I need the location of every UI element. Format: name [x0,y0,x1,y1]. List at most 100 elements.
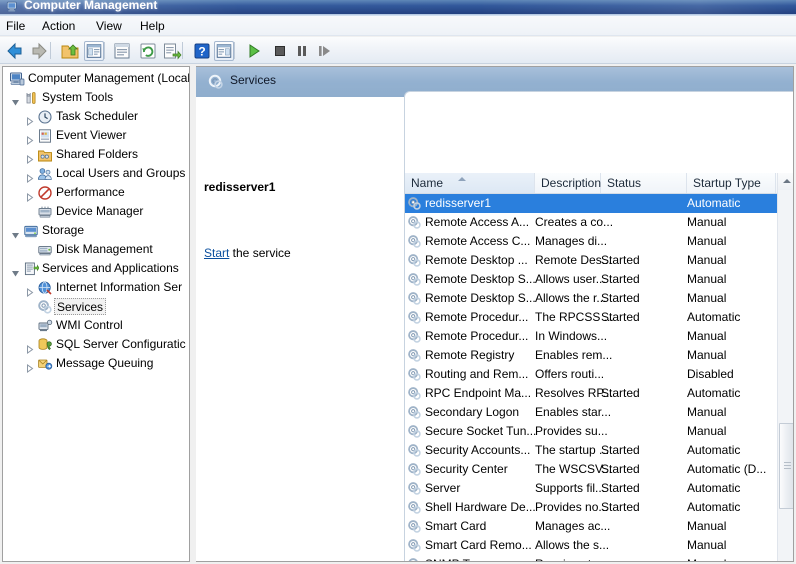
device-manager-icon [37,204,53,220]
tree-node-label: Storage [42,223,85,237]
service-row[interactable]: Server Supports fil... Started Automatic [405,479,793,498]
tree-node-label: Device Manager [56,204,144,218]
service-gear-icon [407,215,422,230]
tree-node-services-and-applications[interactable]: Services and Applications [3,259,189,278]
arrow-left-icon [4,41,24,61]
cell-startup: Manual [687,272,727,286]
cell-desc: Supports fil... [535,481,606,495]
start-service-link[interactable]: Start [204,246,229,260]
tree-node-wmi-control[interactable]: WMI Control [3,316,189,335]
collapse-triangle-icon[interactable] [11,227,20,239]
column-header-status[interactable]: Status [601,173,687,193]
up-one-level-button[interactable] [60,41,80,61]
cell-startup: Manual [687,329,727,343]
tree-node-shared-folders[interactable]: Shared Folders [3,145,189,164]
folder-up-icon [60,41,80,61]
window-titlebar[interactable]: Computer Management [0,0,796,14]
forward-button[interactable] [30,41,50,61]
tree-node-computer-management-local[interactable]: Computer Management (Local [3,69,189,88]
expand-triangle-icon[interactable] [25,132,34,145]
expand-triangle-icon[interactable] [25,284,34,297]
event-viewer-icon [37,128,53,144]
pause-service-button[interactable] [292,41,312,61]
menu-bar: File Action View Help [0,16,796,36]
collapse-triangle-icon[interactable] [11,94,20,106]
service-row[interactable]: Remote Procedur... In Windows... Manual [405,327,793,346]
services-list-scrollbar[interactable] [777,173,793,561]
tree-node-storage[interactable]: Storage [3,221,189,240]
service-row[interactable]: Security Accounts... The startup ... Start… [405,441,793,460]
tree-node-internet-information-ser[interactable]: Internet Information Ser [3,278,189,297]
service-row[interactable]: Smart Card Manages ac... Manual [405,517,793,536]
column-header-description[interactable]: Description [535,173,601,193]
tree-node-event-viewer[interactable]: Event Viewer [3,126,189,145]
cell-name: Remote Procedur... [425,329,529,343]
cell-desc: Offers routi... [535,367,605,381]
cell-name: Remote Registry [425,348,515,362]
cell-startup: Automatic [687,310,741,324]
properties-button[interactable] [112,41,132,61]
help-button[interactable]: ? [192,41,212,61]
service-row[interactable]: Remote Procedur... The RPCSS ... Started Au… [405,308,793,327]
toolbar: ? [0,37,796,64]
expand-triangle-icon[interactable] [25,360,34,373]
tree-node-task-scheduler[interactable]: Task Scheduler [3,107,189,126]
service-row[interactable]: Secure Socket Tun... Provides su... Manual [405,422,793,441]
tree-node-services[interactable]: Services [3,297,189,316]
menu-help[interactable]: Help [135,19,170,34]
restart-service-button[interactable] [314,41,334,61]
tree-node-message-queuing[interactable]: Message Queuing [3,354,189,373]
menu-file[interactable]: File [1,19,30,34]
service-row[interactable]: Remote Desktop ... Remote Des... Started Ma… [405,251,793,270]
service-row[interactable]: Smart Card Remo... Allows the s... Manual [405,536,793,555]
scroll-up-button[interactable] [778,173,793,190]
cell-desc: Allows user... [535,272,606,286]
service-row[interactable]: Remote Access C... Manages di... Manual [405,232,793,251]
menu-view[interactable]: View [91,19,127,34]
service-row[interactable]: Remote Desktop S... Allows user... Started… [405,270,793,289]
service-row[interactable]: Routing and Rem... Offers routi... Disable… [405,365,793,384]
tree-node-label: Internet Information Ser [56,280,183,294]
services-banner-title: Services [230,73,277,87]
tree-node-label: Local Users and Groups [56,166,186,180]
expand-triangle-icon[interactable] [25,189,34,202]
export-list-button[interactable] [162,41,182,61]
show-action-pane-button[interactable] [214,41,234,61]
menu-action[interactable]: Action [37,19,80,34]
tree-node-sql-server-configuratic[interactable]: SQL Server Configuratic [3,335,189,354]
refresh-button[interactable] [138,41,158,61]
column-header-startup-type[interactable]: Startup Type [687,173,776,193]
tree-node-system-tools[interactable]: System Tools [3,88,189,107]
tree-node-device-manager[interactable]: Device Manager [3,202,189,221]
scrollbar-thumb[interactable] [779,423,793,509]
service-gear-icon [407,234,422,249]
cell-name: Smart Card Remo... [425,538,532,552]
collapse-triangle-icon[interactable] [11,265,20,277]
expand-triangle-icon[interactable] [25,341,34,354]
service-row[interactable]: Security Center The WSCSV... Started Automa… [405,460,793,479]
service-row[interactable]: Remote Registry Enables rem... Manual [405,346,793,365]
cell-name: redisserver1 [425,194,492,213]
start-service-button[interactable] [244,41,264,61]
column-header-name[interactable]: Name [405,173,535,193]
expand-triangle-icon[interactable] [25,113,34,126]
back-button[interactable] [4,41,24,61]
cell-name: Remote Access A... [425,215,530,229]
stop-service-button[interactable] [270,41,290,61]
service-row[interactable]: SNMP Trap Receives tra... Manual [405,555,793,561]
service-row[interactable]: Secondary Logon Enables star... Manual [405,403,793,422]
service-row[interactable]: Remote Access A... Creates a co... Manual [405,213,793,232]
tree-node-local-users-and-groups[interactable]: Local Users and Groups [3,164,189,183]
cell-startup: Manual [687,555,726,561]
tree-node-label: Message Queuing [56,356,154,370]
service-row[interactable]: Shell Hardware De... Provides no... Starte… [405,498,793,517]
cell-startup: Automatic [687,196,741,210]
show-hide-console-tree-button[interactable] [84,41,104,61]
expand-triangle-icon[interactable] [25,170,34,183]
service-row[interactable]: RPC Endpoint Ma... Resolves RP... Started A… [405,384,793,403]
tree-node-performance[interactable]: Performance [3,183,189,202]
tree-node-disk-management[interactable]: Disk Management [3,240,189,259]
expand-triangle-icon[interactable] [25,151,34,164]
service-row[interactable]: redisserver1 Automatic [405,194,793,213]
service-row[interactable]: Remote Desktop S... Allows the r... Starte… [405,289,793,308]
